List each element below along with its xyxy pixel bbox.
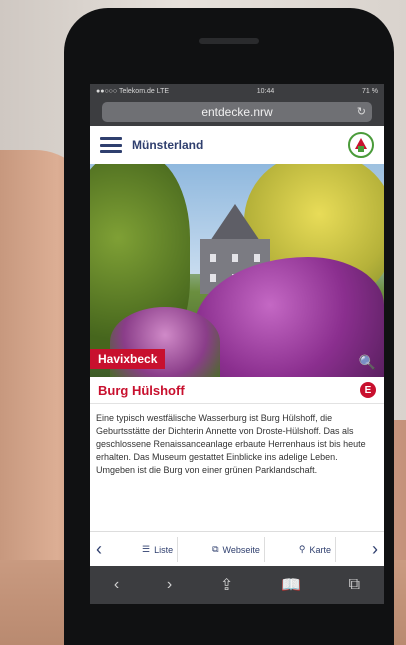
phone-speaker: [199, 38, 259, 44]
location-badge: Havixbeck: [90, 349, 166, 369]
back-icon[interactable]: ‹: [114, 576, 119, 594]
hamburger-menu-icon[interactable]: [100, 137, 122, 153]
category-e-badge[interactable]: E: [360, 382, 376, 398]
hero-image[interactable]: Havixbeck 🔍: [90, 164, 384, 377]
safari-toolbar: ‹ › ⇪ 📖 ⧉: [90, 566, 384, 604]
bookmarks-icon[interactable]: 📖: [281, 575, 301, 595]
app-header: Münsterland: [90, 126, 384, 164]
website-tab[interactable]: ⧉ Webseite: [208, 537, 265, 562]
url-text: entdecke.nrw: [201, 105, 273, 119]
battery-text: 71 %: [362, 87, 378, 95]
poi-description: Eine typisch westfälische Wasserburg ist…: [96, 413, 366, 475]
time-text: 10:44: [256, 87, 275, 95]
map-pin-icon: ⚲: [298, 544, 306, 554]
external-link-icon: ⧉: [212, 544, 219, 554]
prev-arrow-icon[interactable]: ‹: [90, 539, 108, 560]
status-bar: ●●○○○ Telekom.de LTE 10:44 71 %: [90, 84, 384, 98]
website-label: Webseite: [222, 544, 260, 555]
map-tab[interactable]: ⚲ Karte: [295, 537, 336, 562]
phone-screen: ●●○○○ Telekom.de LTE 10:44 71 % entdecke…: [90, 84, 384, 604]
bottom-tab-bar: ‹ ☰ Liste ⧉ Webseite ⚲ Karte ›: [90, 531, 384, 567]
next-arrow-icon[interactable]: ›: [366, 539, 384, 560]
search-icon[interactable]: 🔍: [359, 354, 376, 371]
reload-icon[interactable]: ↻: [357, 105, 366, 118]
list-tab[interactable]: ☰ Liste: [138, 537, 179, 562]
nrw-logo-icon[interactable]: [348, 132, 374, 158]
browser-url-bar: entdecke.nrw ↻: [90, 98, 384, 126]
forward-icon[interactable]: ›: [167, 576, 172, 594]
share-icon[interactable]: ⇪: [220, 575, 233, 595]
list-label: Liste: [154, 544, 174, 555]
list-icon: ☰: [142, 544, 151, 554]
poi-title-bar: Burg Hülshoff E: [90, 377, 384, 404]
poi-title: Burg Hülshoff: [98, 382, 185, 398]
tabs-icon[interactable]: ⧉: [349, 576, 360, 594]
map-label: Karte: [309, 544, 331, 555]
carrier-text: ●●○○○ Telekom.de LTE: [96, 87, 170, 95]
brand-title: Münsterland: [132, 138, 204, 152]
url-field[interactable]: entdecke.nrw ↻: [102, 102, 372, 122]
